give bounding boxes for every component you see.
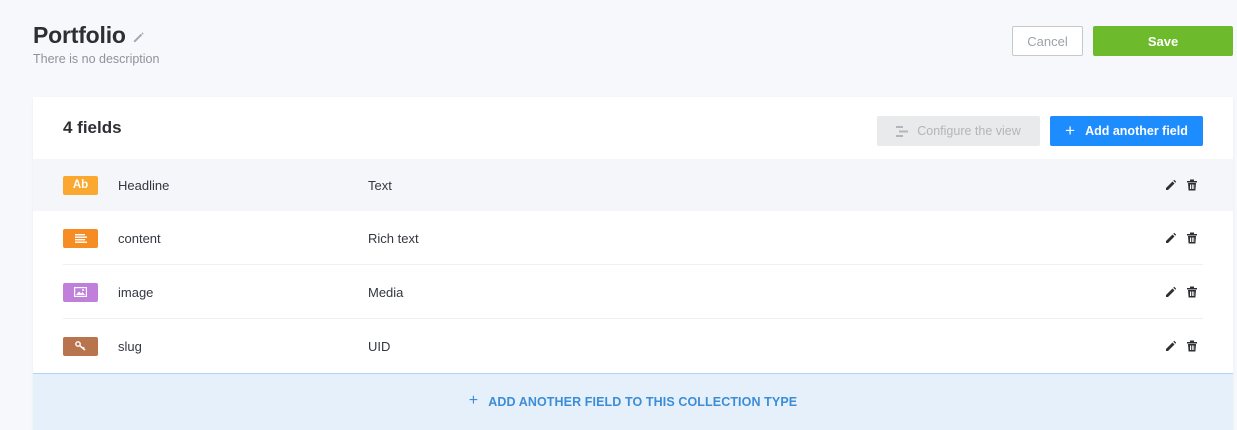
image-glyph (74, 287, 87, 297)
configure-view-button[interactable]: Configure the view (877, 116, 1040, 146)
field-name: Headline (118, 177, 170, 193)
card-header: 4 fields Configure the view + Add anothe… (33, 97, 1233, 159)
fields-card: 4 fields Configure the view + Add anothe… (33, 97, 1233, 430)
edit-icon[interactable] (1165, 340, 1177, 352)
field-type: Text (368, 177, 392, 193)
field-name: slug (118, 338, 142, 354)
field-row[interactable]: Ab Headline Text (33, 159, 1233, 211)
trash-icon[interactable] (1186, 286, 1198, 298)
uid-key-icon (63, 336, 98, 356)
pencil-icon[interactable] (132, 31, 145, 44)
page-title: Portfolio (33, 22, 126, 48)
field-type: Rich text (368, 230, 419, 246)
add-another-field-button[interactable]: + Add another field (1050, 116, 1203, 146)
edit-icon[interactable] (1165, 179, 1177, 191)
fields-list: Ab Headline Text content Rich text image… (33, 159, 1233, 373)
media-image-icon (63, 282, 98, 302)
save-button[interactable]: Save (1093, 26, 1233, 56)
trash-icon[interactable] (1186, 179, 1198, 191)
trash-icon[interactable] (1186, 232, 1198, 244)
field-type: Media (368, 284, 404, 300)
configure-icon (896, 125, 909, 137)
cancel-button[interactable]: Cancel (1012, 26, 1083, 56)
fields-count: 4 fields (63, 118, 122, 137)
page-header: Portfolio There is no description (33, 22, 159, 66)
add-field-to-collection-button[interactable]: + ADD ANOTHER FIELD TO THIS COLLECTION T… (33, 373, 1233, 430)
lines-glyph (74, 233, 87, 243)
page-description: There is no description (33, 52, 160, 66)
plus-icon: + (468, 392, 479, 409)
field-row[interactable]: content Rich text (33, 211, 1233, 265)
title-row: Portfolio (33, 22, 159, 49)
add-another-field-label: Add another field (1085, 124, 1188, 138)
edit-icon[interactable] (1165, 286, 1177, 298)
configure-view-label: Configure the view (917, 124, 1021, 138)
add-field-to-collection-label: ADD ANOTHER FIELD TO THIS COLLECTION TYP… (488, 395, 798, 409)
field-type: UID (368, 338, 391, 354)
key-glyph (74, 341, 85, 351)
field-name: content (118, 230, 161, 246)
plus-icon: + (1065, 120, 1076, 140)
richtext-lines-icon (63, 228, 98, 248)
field-row[interactable]: image Media (33, 265, 1233, 319)
trash-icon[interactable] (1186, 340, 1198, 352)
field-name: image (118, 284, 154, 300)
badge-text: Ab (72, 179, 89, 191)
text-ab-icon: Ab (63, 175, 98, 195)
field-row[interactable]: slug UID (33, 319, 1233, 373)
edit-icon[interactable] (1165, 232, 1177, 244)
